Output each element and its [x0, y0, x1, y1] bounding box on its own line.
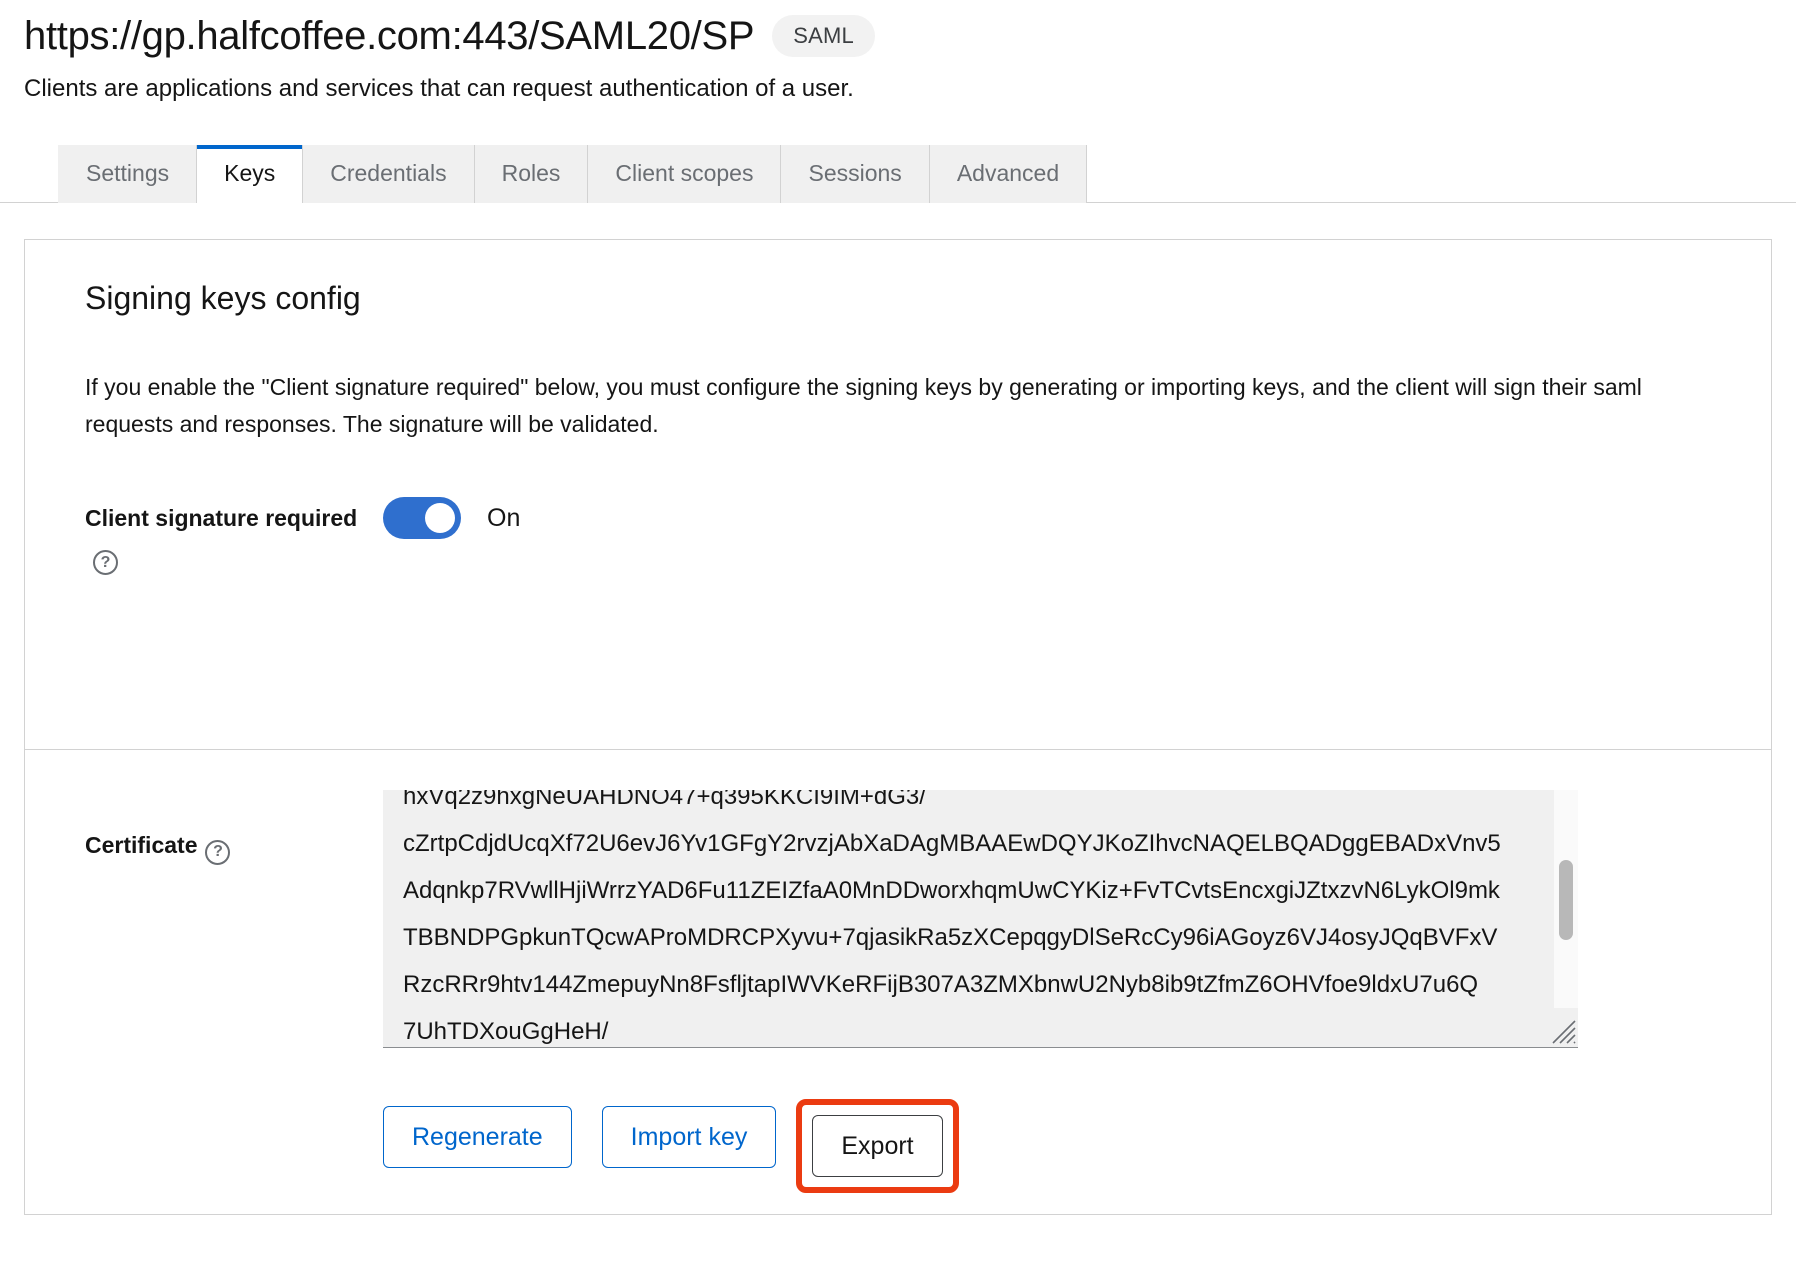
help-icon[interactable]: ? [205, 839, 231, 865]
client-signature-row: Client signature required? On [85, 497, 1711, 576]
tab-label: Client scopes [615, 160, 754, 187]
tab-roles[interactable]: Roles [474, 144, 589, 203]
certificate-label: Certificate? [85, 790, 383, 865]
help-icon[interactable]: ? [93, 550, 118, 576]
tab-client-scopes[interactable]: Client scopes [588, 144, 782, 203]
tab-label: Advanced [956, 160, 1060, 187]
title-row: https://gp.halfcoffee.com:443/SAML20/SP … [24, 14, 1772, 59]
page-subtitle: Clients are applications and services th… [24, 74, 854, 102]
client-signature-label-text: Client signature required [85, 505, 358, 532]
keys-card: Signing keys config If you enable the "C… [24, 238, 1772, 1216]
tab-advanced[interactable]: Advanced [929, 144, 1088, 203]
client-signature-label: Client signature required? [85, 497, 383, 576]
tab-credentials[interactable]: Credentials [303, 144, 475, 203]
client-signature-toggle-group: On [383, 497, 1711, 540]
resize-grip-icon[interactable] [1547, 1015, 1577, 1045]
tab-bar: Settings Keys Credentials Roles Client s… [0, 144, 1796, 204]
certificate-textarea-wrap: hxVq2z9hxgNeUAHDNO47+q395KKCI9IM+dG3/ cZ… [383, 790, 1578, 1049]
signing-keys-section: Signing keys config If you enable the "C… [25, 240, 1771, 749]
tab-keys[interactable]: Keys [197, 144, 304, 204]
regenerate-button[interactable]: Regenerate [383, 1106, 572, 1169]
tab-settings[interactable]: Settings [58, 144, 198, 203]
tab-label: Sessions [808, 160, 902, 187]
tab-list: Settings Keys Credentials Roles Client s… [0, 144, 1796, 204]
page-title: https://gp.halfcoffee.com:443/SAML20/SP [24, 14, 755, 58]
tab-label: Settings [86, 160, 170, 187]
tab-label: Keys [224, 160, 276, 187]
client-signature-toggle[interactable] [383, 497, 461, 540]
section-title: Signing keys config [85, 279, 361, 316]
tab-sessions[interactable]: Sessions [781, 144, 930, 203]
page-header: https://gp.halfcoffee.com:443/SAML20/SP … [0, 0, 1796, 103]
certificate-value: hxVq2z9hxgNeUAHDNO47+q395KKCI9IM+dG3/ cZ… [403, 790, 1501, 1046]
certificate-row: Certificate? hxVq2z9hxgNeUAHDNO47+q395KK… [85, 790, 1711, 1049]
export-button[interactable]: Export [812, 1115, 943, 1178]
certificate-scrollbar-thumb[interactable] [1559, 860, 1573, 941]
certificate-actions: Regenerate Import key Export [85, 1099, 1711, 1194]
client-signature-field: On [383, 497, 1711, 540]
tab-label: Credentials [330, 160, 447, 187]
section-description: If you enable the "Client signature requ… [85, 373, 1642, 438]
protocol-badge: SAML [772, 15, 875, 58]
certificate-textarea[interactable]: hxVq2z9hxgNeUAHDNO47+q395KKCI9IM+dG3/ cZ… [383, 790, 1578, 1049]
toggle-knob [425, 503, 455, 534]
export-highlight-annotation: Export [796, 1099, 959, 1194]
tab-label: Roles [501, 160, 561, 187]
certificate-section: Certificate? hxVq2z9hxgNeUAHDNO47+q395KK… [25, 749, 1771, 1214]
certificate-label-text: Certificate [85, 832, 198, 859]
toggle-state-label: On [487, 503, 521, 532]
certificate-scrollbar[interactable] [1554, 790, 1578, 1009]
import-key-button[interactable]: Import key [601, 1106, 777, 1169]
